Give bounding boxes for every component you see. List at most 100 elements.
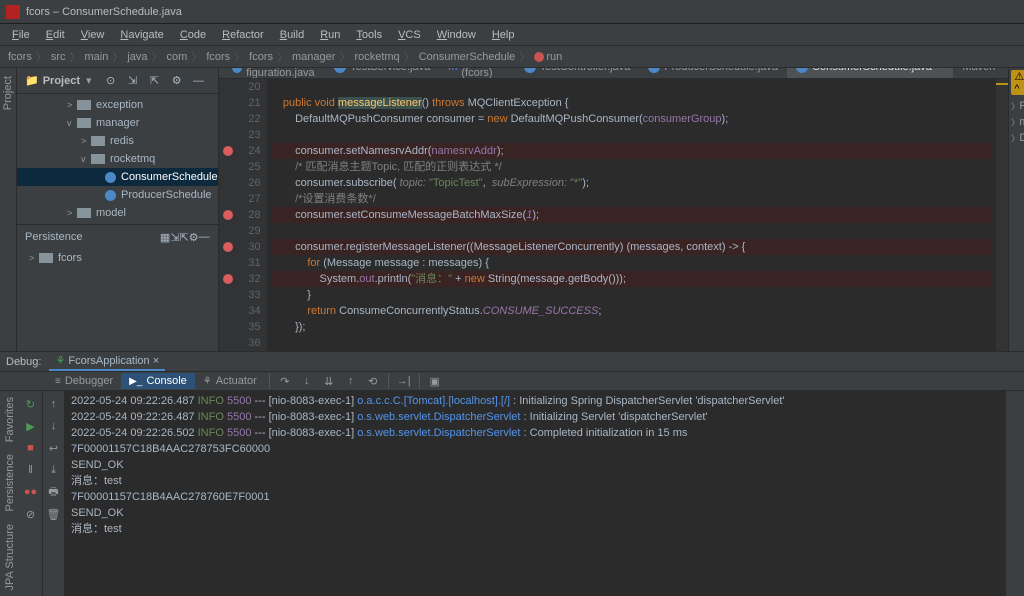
code-editor[interactable]: public void messageListener() throws MQC… [267, 79, 997, 351]
tree-item-manager[interactable]: vmanager [17, 114, 218, 132]
side-panel-item[interactable]: 〉 De… [1011, 130, 1024, 146]
breadcrumb: fcors〉src〉main〉java〉com〉fcors〉fcors〉mana… [0, 46, 1024, 68]
breadcrumb-item[interactable]: com [165, 51, 190, 63]
menu-run[interactable]: Run [312, 27, 348, 43]
side-panel-item[interactable]: 〉 Ru… [1011, 98, 1024, 114]
tree-item-redis[interactable]: >redis [17, 132, 218, 150]
right-side-panel: ⚠ 4 ^ 〉 Ru…〉 m…〉 De… [1008, 68, 1024, 351]
chevron-down-icon[interactable]: ▾ [86, 74, 92, 87]
menu-window[interactable]: Window [429, 27, 484, 43]
breadcrumb-item[interactable]: fcors [6, 51, 34, 63]
step-over-icon[interactable]: ↷ [276, 372, 294, 390]
breadcrumb-item[interactable]: src [49, 51, 68, 63]
project-tree[interactable]: >exceptionvmanager>redisvrocketmqConsume… [17, 94, 218, 224]
scroll-to-end-icon[interactable]: ⤓ [45, 461, 63, 479]
force-step-into-icon[interactable]: ⇊ [320, 372, 338, 390]
menu-tools[interactable]: Tools [348, 27, 390, 43]
folder-icon [91, 154, 105, 164]
gear-icon[interactable]: ⚙ [189, 231, 199, 244]
pause-icon[interactable]: ‖ [22, 461, 40, 479]
tree-item-consumerschedule[interactable]: ConsumerSchedule [17, 168, 218, 186]
project-tab[interactable]: Project [0, 68, 16, 118]
menu-edit[interactable]: Edit [38, 27, 73, 43]
editor-tab[interactable]: ProducerSchedule.java [639, 68, 787, 78]
step-into-icon[interactable]: ↓ [298, 372, 316, 390]
menu-code[interactable]: Code [172, 27, 214, 43]
project-tool-icon: 📁 [25, 74, 39, 87]
close-icon[interactable]: × [938, 68, 944, 73]
side-panel-item[interactable]: 〉 m… [1011, 114, 1024, 130]
console-output[interactable]: 2022-05-24 09:22:26.487 INFO 5500 --- [n… [65, 391, 1005, 596]
evaluate-icon[interactable]: ▣ [426, 372, 444, 390]
editor-tab[interactable]: TestService.java [325, 68, 439, 78]
java-file-icon [648, 68, 660, 73]
breadcrumb-item[interactable]: main [83, 51, 111, 63]
collapse-all-icon[interactable]: ⇱ [146, 72, 164, 90]
menu-help[interactable]: Help [484, 27, 523, 43]
debug-subtab-actuator[interactable]: ⚘Actuator [195, 373, 265, 389]
editor-tab[interactable]: ConsumerSchedule.java× [787, 68, 953, 78]
menu-file[interactable]: File [4, 27, 38, 43]
maven-tab[interactable]: Maven [953, 68, 1004, 78]
soft-wrap-icon[interactable]: ↩ [45, 439, 63, 457]
breadcrumb-item[interactable]: fcors [247, 51, 275, 63]
editor-tab[interactable]: mpom.xml (fcors) [439, 68, 515, 78]
layout-icon[interactable]: ▦ [160, 231, 170, 244]
menu-refactor[interactable]: Refactor [214, 27, 272, 43]
folder-icon [77, 208, 91, 218]
view-breakpoints-icon[interactable]: ●● [22, 483, 40, 501]
debug-subtab-debugger[interactable]: ≡Debugger [47, 373, 121, 389]
menu-navigate[interactable]: Navigate [112, 27, 171, 43]
collapse-icon[interactable]: ⇱ [180, 231, 189, 244]
warnings-badge[interactable]: ⚠ 4 ^ [1011, 70, 1024, 95]
breakpoint-icon[interactable] [223, 146, 233, 156]
step-out-icon[interactable]: ↑ [342, 372, 360, 390]
jpa-structure-tab[interactable]: JPA Structure [2, 518, 18, 596]
folder-icon [77, 100, 91, 110]
breadcrumb-item[interactable]: rocketmq [352, 51, 401, 63]
hide-icon[interactable]: — [199, 231, 210, 243]
breakpoint-icon[interactable] [223, 274, 233, 284]
persistence-tab[interactable]: Persistence [2, 448, 18, 517]
favorites-tab[interactable]: Favorites [2, 391, 18, 448]
breadcrumb-item[interactable]: ConsumerSchedule [417, 51, 518, 63]
menu-view[interactable]: View [73, 27, 113, 43]
print-icon[interactable]: 🖶 [45, 483, 63, 501]
breakpoint-icon[interactable] [223, 242, 233, 252]
expand-all-icon[interactable]: ⇲ [124, 72, 142, 90]
hide-icon[interactable]: — [190, 72, 208, 90]
tree-item-rocketmq[interactable]: vrocketmq [17, 150, 218, 168]
breadcrumb-item[interactable]: run [532, 51, 564, 63]
clear-icon[interactable]: 🗑 [45, 505, 63, 523]
mute-breakpoints-icon[interactable]: ⊘ [22, 505, 40, 523]
java-file-icon [524, 68, 536, 73]
tree-item-model[interactable]: >model [17, 204, 218, 222]
select-opened-icon[interactable]: ⊙ [102, 72, 120, 90]
run-to-cursor-icon[interactable]: →| [395, 372, 413, 390]
editor-tab[interactable]: …figuration.java [223, 68, 326, 78]
resume-icon[interactable]: ▶ [22, 417, 40, 435]
titlebar: fcors – ConsumerSchedule.java [0, 0, 1024, 24]
stop-icon[interactable]: ■ [22, 439, 40, 457]
expand-icon[interactable]: ⇲ [170, 231, 179, 244]
editor-tab[interactable]: TestController.java [515, 68, 640, 78]
persistence-root[interactable]: > fcors [17, 249, 218, 267]
gear-icon[interactable]: ⚙ [168, 72, 186, 90]
folder-icon [77, 118, 91, 128]
run-configuration-tab[interactable]: ⚘FcorsApplication × [49, 352, 165, 371]
breadcrumb-item[interactable]: fcors [204, 51, 232, 63]
tree-item-exception[interactable]: >exception [17, 96, 218, 114]
menu-vcs[interactable]: VCS [390, 27, 429, 43]
drop-frame-icon[interactable]: ⟲ [364, 372, 382, 390]
breadcrumb-item[interactable]: manager [290, 51, 337, 63]
marker-bar[interactable] [996, 79, 1008, 351]
breakpoint-icon[interactable] [223, 210, 233, 220]
breadcrumb-item[interactable]: java [125, 51, 149, 63]
rerun-icon[interactable]: ↻ [22, 395, 40, 413]
down-icon[interactable]: ↓ [45, 417, 63, 435]
up-icon[interactable]: ↑ [45, 395, 63, 413]
tree-item-producerschedule[interactable]: ProducerSchedule [17, 186, 218, 204]
gutter[interactable]: 2021222324252627282930313233343536 [219, 79, 267, 351]
debug-subtab-console[interactable]: ▶_Console [121, 373, 195, 389]
menu-build[interactable]: Build [272, 27, 312, 43]
